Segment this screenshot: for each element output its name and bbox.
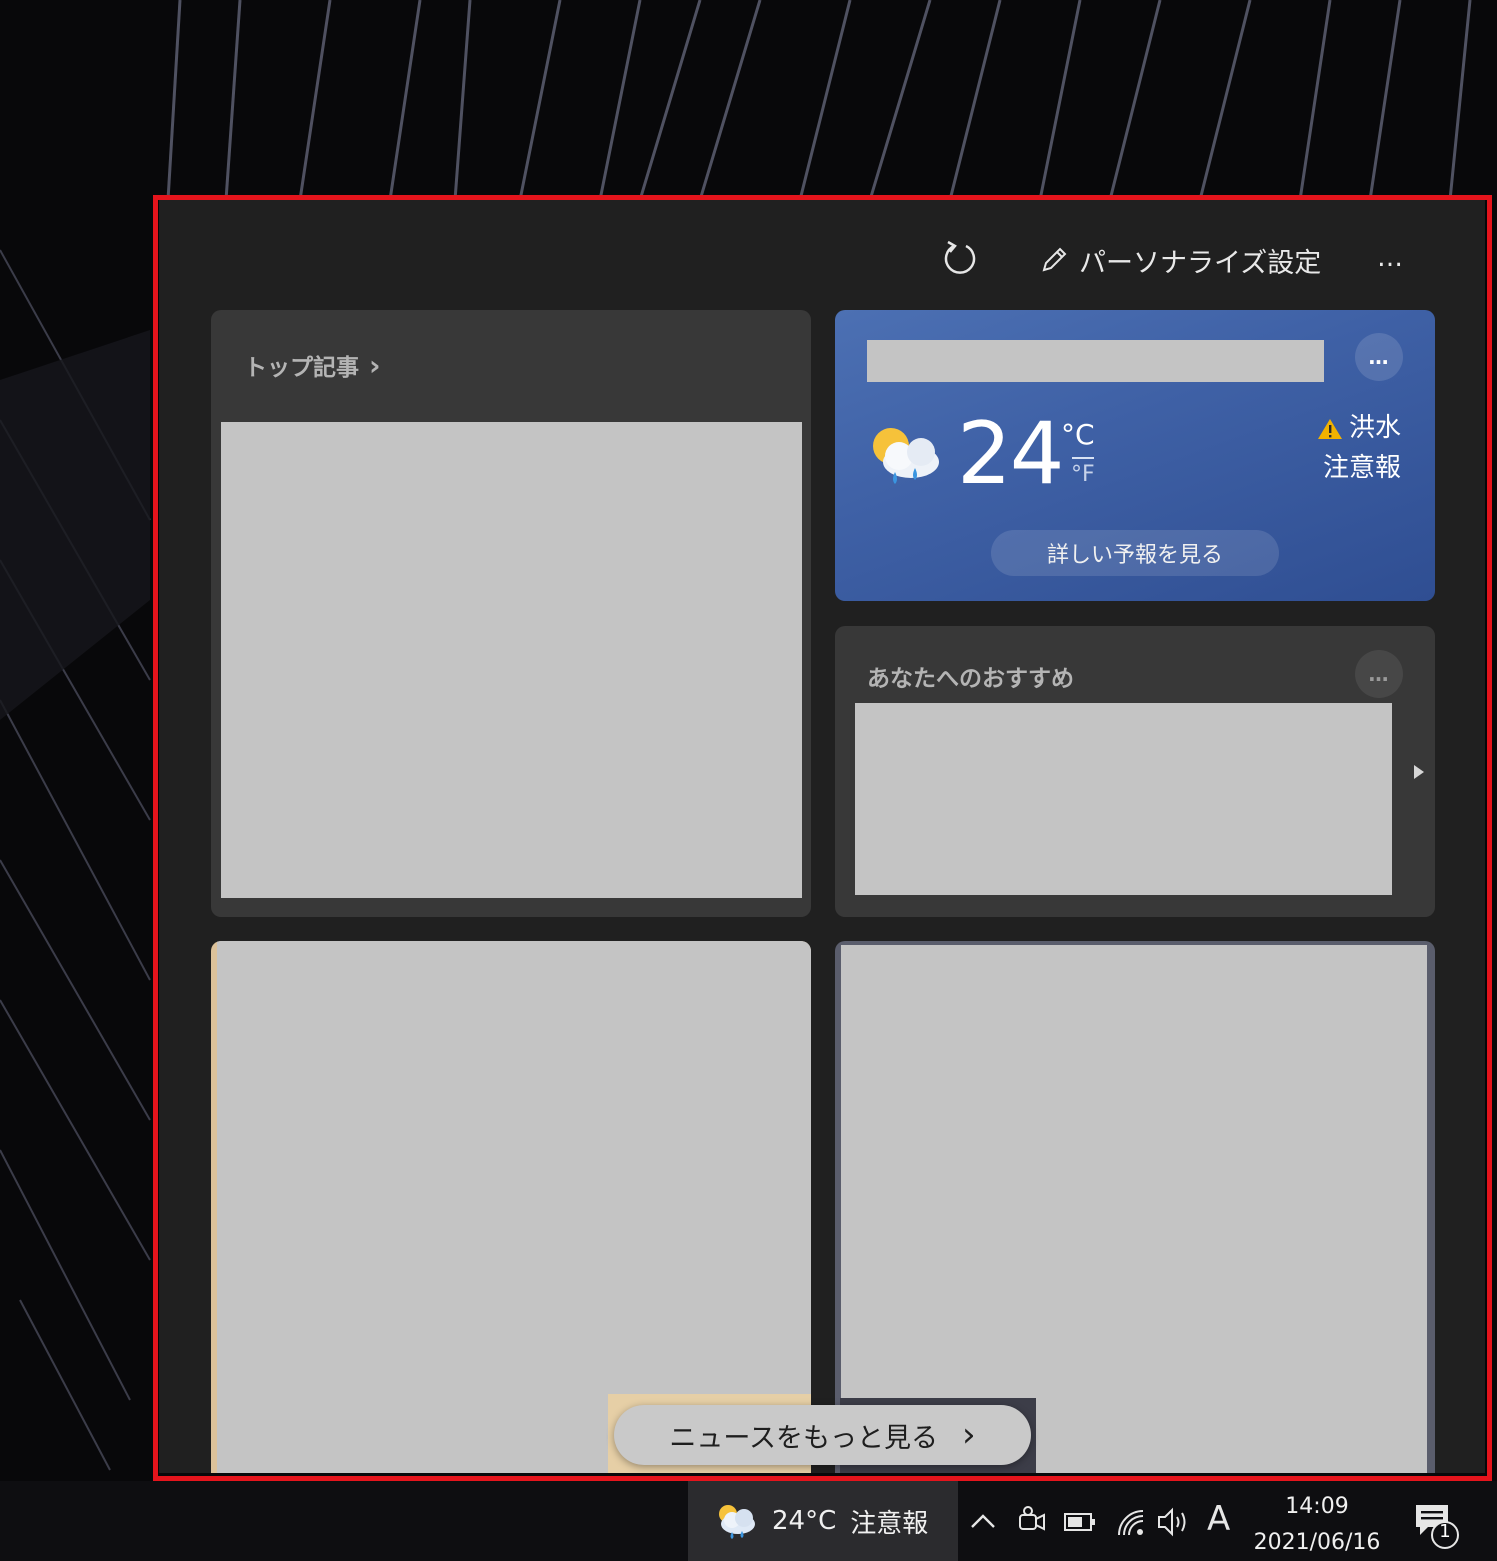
see-more-news-label: ニュースをもっと見る xyxy=(669,1422,939,1454)
fahrenheit-unit-toggle[interactable]: °F xyxy=(1071,462,1095,487)
taskbar-news-and-interests-button[interactable]: 24°C 注意報 xyxy=(688,1481,958,1561)
taskbar-time: 14:09 xyxy=(1285,1494,1349,1519)
weather-alert-line2: 注意報 xyxy=(1322,453,1401,483)
top-stories-header[interactable]: トップ記事 › xyxy=(244,348,381,382)
weather-card: … 24 °C °F 洪水 注意報 詳しい予報を見る xyxy=(835,310,1435,601)
personalize-settings-button[interactable]: パーソナライズ設定 xyxy=(1039,240,1321,280)
news-and-interests-panel: パーソナライズ設定 … トップ記事 › … 24 °C °F 洪水 注意報 詳し… xyxy=(159,200,1485,1473)
refresh-icon xyxy=(944,240,976,274)
taskbar-temperature: 24°C xyxy=(772,1506,837,1536)
notification-icon xyxy=(1416,1505,1459,1549)
notification-count-badge: 1 xyxy=(1439,1521,1451,1542)
recommendations-card: あなたへのおすすめ … xyxy=(835,626,1435,917)
more-icon: … xyxy=(1368,345,1390,369)
recommendations-more-options-button[interactable]: … xyxy=(1355,650,1403,698)
panel-more-options-button[interactable]: … xyxy=(1377,240,1405,280)
battery-icon[interactable] xyxy=(1063,1511,1097,1533)
more-icon: … xyxy=(1368,662,1390,686)
taskbar: 24°C 注意報 A 14:09 2021/06/16 1 xyxy=(0,1481,1497,1561)
detailed-forecast-button[interactable]: 詳しい予報を見る xyxy=(991,530,1279,576)
news-card[interactable] xyxy=(835,941,1435,1473)
show-hidden-icons-chevron-up-icon[interactable] xyxy=(969,1509,997,1533)
top-stories-card: トップ記事 › xyxy=(211,310,811,917)
chevron-right-icon: › xyxy=(369,348,381,382)
weather-more-options-button[interactable]: … xyxy=(1355,333,1403,381)
news-image-redacted[interactable] xyxy=(841,945,1427,1473)
meet-now-icon[interactable] xyxy=(1018,1505,1046,1537)
see-more-news-button[interactable]: ニュースをもっと見る › xyxy=(614,1405,1031,1465)
top-story-image-redacted[interactable] xyxy=(221,422,802,898)
recommendation-image-redacted[interactable] xyxy=(855,703,1392,895)
input-method-indicator[interactable]: A xyxy=(1207,1499,1230,1539)
taskbar-clock[interactable]: 14:09 2021/06/16 xyxy=(1250,1489,1384,1561)
weather-alert-line1: 洪水 xyxy=(1348,413,1401,443)
recommendations-title: あなたへのおすすめ xyxy=(867,666,1074,692)
warning-icon xyxy=(1317,418,1342,439)
chevron-right-icon: › xyxy=(962,1415,976,1455)
taskbar-date: 2021/06/16 xyxy=(1253,1530,1381,1555)
unit-divider xyxy=(1072,457,1094,459)
detailed-forecast-label: 詳しい予報を見る xyxy=(1046,543,1223,568)
taskbar-weather-alert: 注意報 xyxy=(850,1508,929,1539)
action-center-button[interactable]: 1 xyxy=(1412,1501,1462,1549)
top-stories-title: トップ記事 xyxy=(244,355,359,381)
play-next-icon[interactable] xyxy=(1412,764,1426,780)
cloud-rain-icon xyxy=(719,1505,755,1539)
weather-location-redacted[interactable] xyxy=(867,340,1324,382)
celsius-unit-toggle[interactable]: °C xyxy=(1061,418,1095,451)
wifi-icon[interactable] xyxy=(1115,1507,1145,1537)
weather-alert[interactable]: 洪水 注意報 xyxy=(1317,408,1401,488)
more-icon: … xyxy=(1377,243,1405,273)
personalize-settings-label: パーソナライズ設定 xyxy=(1079,247,1322,279)
weather-temperature: 24 xyxy=(957,404,1064,504)
pencil-icon xyxy=(1042,247,1067,272)
volume-icon[interactable] xyxy=(1156,1507,1192,1537)
partly-cloudy-rain-icon xyxy=(873,428,939,484)
refresh-button[interactable] xyxy=(942,238,978,278)
